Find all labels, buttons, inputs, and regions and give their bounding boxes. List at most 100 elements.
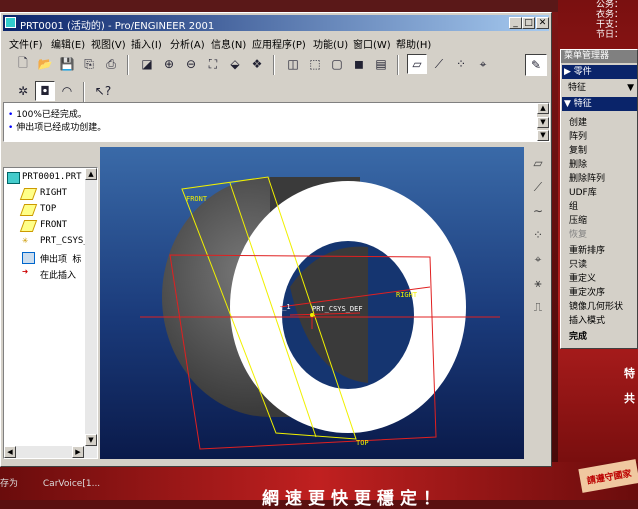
scroll-down-arrow-icon[interactable]: ▼ <box>537 117 549 128</box>
print-icon[interactable]: ⎙ <box>101 54 121 74</box>
info-line: 衣务： <box>596 10 624 20</box>
select-icon[interactable]: ◘ <box>35 81 55 101</box>
sketch-tool-icon[interactable]: ⎍ <box>528 297 548 317</box>
spin-center-icon[interactable]: ✲ <box>13 81 33 101</box>
info-line: 干支： <box>596 20 624 30</box>
menu-applications[interactable]: 应用程序(P) <box>252 36 306 51</box>
no-hidden-icon[interactable]: ▢ <box>327 54 347 74</box>
info-line: 公务： <box>596 0 624 10</box>
menu-item-suppress[interactable]: 压缩 <box>569 213 587 226</box>
menu-item-mirror-geometry[interactable]: 镜像几何形状 <box>569 299 623 312</box>
tree-item-label: FRONT <box>40 220 68 230</box>
menu-item-group[interactable]: 组 <box>569 199 578 212</box>
menu-item-delete-pattern[interactable]: 删除阵列 <box>569 171 605 184</box>
top-label: TOP <box>356 439 369 447</box>
save-icon[interactable]: 💾 <box>57 54 77 74</box>
tree-vertical-scrollbar[interactable]: ▲ ▼ <box>85 168 97 446</box>
scroll-bottom-arrow-icon[interactable]: ▼ <box>537 130 549 141</box>
menu-item-reorder[interactable]: 重新排序 <box>569 243 605 256</box>
scroll-right-arrow-icon[interactable]: ▶ <box>72 446 84 458</box>
menu-item-copy[interactable]: 复制 <box>569 143 587 156</box>
taskbar-item[interactable]: CarVoice[1... <box>43 479 100 489</box>
feature-dropdown[interactable]: 特征 ▼ <box>562 81 637 95</box>
menu-item-read-only[interactable]: 只读 <box>569 257 587 270</box>
scroll-down-arrow-icon[interactable]: ▼ <box>85 434 97 446</box>
app-icon <box>5 17 16 28</box>
menu-section-feature[interactable]: ▼ 特征 <box>562 97 637 111</box>
csys-label: PRT_CSYS_DEF <box>312 305 363 313</box>
menu-item-insert-mode[interactable]: 插入模式 <box>569 313 605 326</box>
zoom-in-icon[interactable]: ⊕ <box>159 54 179 74</box>
menu-utilities[interactable]: 功能(U) <box>313 36 348 51</box>
menu-item-reroute[interactable]: 重定次序 <box>569 285 605 298</box>
menu-section-part[interactable]: ▶ 零件 <box>562 65 637 79</box>
tree-horizontal-scrollbar[interactable]: ◀ ▶ <box>4 446 97 458</box>
datum-points-icon[interactable]: ⁘ <box>451 54 471 74</box>
scroll-left-arrow-icon[interactable]: ◀ <box>4 446 16 458</box>
maximize-button[interactable]: □ <box>522 17 535 29</box>
menu-help[interactable]: 帮助(H) <box>396 36 431 51</box>
scroll-up-arrow-icon[interactable]: ▲ <box>85 168 97 180</box>
datum-plane-tool-icon[interactable]: ▱ <box>528 153 548 173</box>
minimize-button[interactable]: _ <box>509 17 522 29</box>
menu-view[interactable]: 视图(V) <box>91 36 126 51</box>
message-line: • 100%已经完成。 <box>8 110 87 120</box>
menu-item-delete[interactable]: 删除 <box>569 157 587 170</box>
menu-item-create[interactable]: 创建 <box>569 115 587 128</box>
csys-origin <box>310 313 314 317</box>
coordinate-systems-icon[interactable]: ⌖ <box>473 54 493 74</box>
save-copy-icon[interactable]: ⎘ <box>79 54 99 74</box>
menu-item-redefine[interactable]: 重定义 <box>569 271 596 284</box>
datum-axes-icon[interactable]: ⟋ <box>429 54 449 74</box>
banner-badge: 請遵守國家 <box>578 459 638 493</box>
repaint-icon[interactable]: ◪ <box>137 54 157 74</box>
scroll-up-arrow-icon[interactable]: ▲ <box>537 103 549 114</box>
datum-display-icon[interactable]: ◠ <box>57 81 77 101</box>
menu-info[interactable]: 信息(N) <box>211 36 246 51</box>
refit-icon[interactable]: ⛶ <box>203 54 223 74</box>
datum-planes-icon[interactable]: ▱ <box>407 54 427 74</box>
menu-file[interactable]: 文件(F) <box>9 36 43 51</box>
graphics-viewport[interactable]: FRONT RIGHT TOP PRT_CSYS_DEF A_1 <box>100 147 524 459</box>
insert-here-icon: ➜ <box>22 267 29 278</box>
new-icon[interactable]: 🗋 <box>13 54 33 74</box>
tree-item-label: PRT_CSYS_ <box>40 236 89 246</box>
context-help-icon[interactable]: ↖? <box>93 81 113 101</box>
toolbar-separator <box>273 55 275 75</box>
zoom-out-icon[interactable]: ⊖ <box>181 54 201 74</box>
saved-views-icon[interactable]: ❖ <box>247 54 267 74</box>
menu-insert[interactable]: 插入(I) <box>131 36 162 51</box>
menu-item-done[interactable]: 完成 <box>569 329 587 342</box>
menu-window[interactable]: 窗口(W) <box>353 36 391 51</box>
window-title: PRT0001 (活动的) - Pro/ENGINEER 2001 <box>20 21 215 32</box>
message-scrollbar[interactable]: ▲ ▼ ▼ <box>537 103 549 141</box>
title-bar[interactable]: PRT0001 (活动的) - Pro/ENGINEER 2001 _ □ ✕ <box>3 15 549 32</box>
desktop-date-info: 公务： 衣务： 干支： 节日： <box>596 0 638 40</box>
section-label: 零件 <box>573 67 592 77</box>
front-label: FRONT <box>186 195 208 203</box>
csys-tool-icon[interactable]: ⌖ <box>528 249 548 269</box>
analysis-tool-icon[interactable]: ⚹ <box>528 273 548 293</box>
menu-edit[interactable]: 编辑(E) <box>51 36 85 51</box>
datum-axis-tool-icon[interactable]: ⟋ <box>528 177 548 197</box>
hidden-line-icon[interactable]: ⬚ <box>305 54 325 74</box>
info-line: 节日： <box>596 30 624 40</box>
taskbar-item[interactable]: 存为 <box>0 479 18 489</box>
proe-window: PRT0001 (活动的) - Pro/ENGINEER 2001 _ □ ✕ … <box>0 12 552 467</box>
wireframe-icon[interactable]: ◫ <box>283 54 303 74</box>
banner-slogan: 網速更快更穩定！ <box>262 489 446 509</box>
menu-item-resume: 恢复 <box>569 230 588 240</box>
open-icon[interactable]: 📂 <box>35 54 55 74</box>
menu-item-udf-library[interactable]: UDF库 <box>569 185 597 198</box>
close-button[interactable]: ✕ <box>536 17 549 29</box>
menu-item-pattern[interactable]: 阵列 <box>569 129 587 142</box>
shading-icon[interactable]: ◼ <box>349 54 369 74</box>
model-tree-panel: PRT0001.PRT RIGHT TOP FRONT ✳ PRT_CSYS_ … <box>3 167 98 459</box>
model-tree-icon[interactable]: ▤ <box>371 54 391 74</box>
datum-point-tool-icon[interactable]: ⁘ <box>528 225 548 245</box>
orient-icon[interactable]: ⬙ <box>225 54 245 74</box>
menu-analysis[interactable]: 分析(A) <box>170 36 205 51</box>
toolbar-separator <box>397 55 399 75</box>
datum-curve-tool-icon[interactable]: ∼ <box>528 201 548 221</box>
main-toolbar: 🗋 📂 💾 ⎘ ⎙ ◪ ⊕ ⊖ ⛶ ⬙ ❖ ◫ ⬚ ▢ ◼ ▤ ▱ ⟋ ⁘ ⌖ … <box>3 52 549 78</box>
